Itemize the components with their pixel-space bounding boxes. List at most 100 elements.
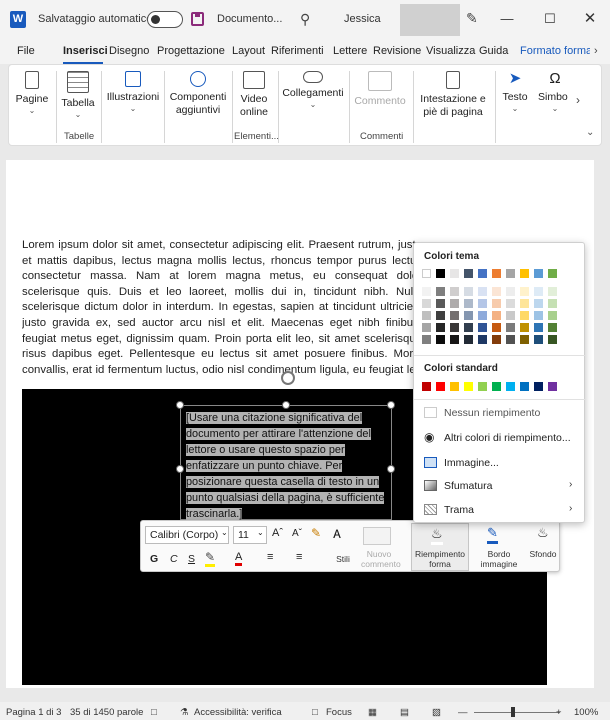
tab-lettere[interactable]: Lettere (333, 45, 367, 57)
componenti-aggiuntivi-button[interactable]: Componenti aggiuntivi (167, 65, 229, 145)
tab-visualizza[interactable]: Visualizza (426, 45, 475, 57)
new-comment-icon[interactable] (363, 527, 391, 545)
theme-shade-swatch[interactable] (520, 287, 529, 296)
tab-file[interactable]: File (17, 45, 35, 57)
theme-shade-swatch[interactable] (520, 299, 529, 308)
theme-shade-swatch[interactable] (520, 323, 529, 332)
theme-shade-swatch[interactable] (478, 299, 487, 308)
theme-shade-swatch[interactable] (520, 335, 529, 344)
theme-shade-swatch[interactable] (464, 335, 473, 344)
standard-color-swatch[interactable] (450, 382, 459, 391)
page-indicator[interactable]: Pagina 1 di 3 (6, 707, 61, 718)
tab-progettazione[interactable]: Progettazione (157, 45, 225, 57)
standard-color-swatch[interactable] (436, 382, 445, 391)
grow-font-icon[interactable]: Aˆ (272, 527, 283, 539)
tabs-more-icon[interactable]: › (594, 45, 598, 57)
search-icon[interactable]: ⚲ (300, 11, 316, 27)
theme-shade-swatch[interactable] (422, 299, 431, 308)
standard-color-swatch[interactable] (464, 382, 473, 391)
theme-shade-swatch[interactable] (492, 299, 501, 308)
avatar[interactable] (400, 4, 460, 36)
accessibility-status[interactable]: Accessibilità: verifica (194, 707, 282, 718)
theme-shade-swatch[interactable] (422, 287, 431, 296)
textbox-text[interactable]: [Usare una citazione significativa del d… (186, 410, 391, 522)
theme-shade-swatch[interactable] (450, 287, 459, 296)
body-paragraph[interactable]: Lorem ipsum dolor sit amet, consectetur … (22, 238, 422, 378)
theme-color-swatch[interactable] (436, 269, 445, 278)
font-color-icon[interactable]: A (235, 551, 243, 566)
zoom-slider-thumb[interactable] (511, 707, 515, 717)
theme-shade-swatch[interactable] (422, 323, 431, 332)
theme-shade-swatch[interactable] (436, 311, 445, 320)
italic-button[interactable]: C (170, 553, 178, 565)
theme-shade-swatch[interactable] (450, 335, 459, 344)
theme-shade-swatch[interactable] (436, 299, 445, 308)
font-name-select[interactable]: Calibri (Corpo) (145, 526, 229, 544)
theme-shade-swatch[interactable] (548, 299, 557, 308)
format-painter-icon[interactable]: ✎ (311, 526, 321, 540)
theme-shade-swatch[interactable] (436, 323, 445, 332)
tab-riferimenti[interactable]: Riferimenti (271, 45, 324, 57)
ribbon-scroll-right-icon[interactable]: › (576, 93, 580, 107)
web-layout-icon[interactable]: ▧ (432, 707, 441, 718)
zoom-level[interactable]: 100% (574, 707, 598, 718)
ribbon-collapse-icon[interactable]: ⌄ (586, 127, 594, 138)
theme-shade-swatch[interactable] (506, 323, 515, 332)
standard-color-swatch[interactable] (548, 382, 557, 391)
print-layout-icon[interactable]: ▤ (400, 707, 409, 718)
highlight-icon[interactable]: ✎ (205, 550, 216, 567)
menu-texture[interactable]: Trama (444, 504, 474, 516)
resize-handle[interactable] (176, 465, 184, 473)
shrink-font-icon[interactable]: Aˇ (292, 528, 302, 539)
numbering-icon[interactable]: ≡ (296, 551, 302, 563)
read-mode-icon[interactable]: ▦ (368, 707, 377, 718)
menu-more-colors[interactable]: Altri colori di riempimento... (444, 432, 571, 444)
theme-shade-swatch[interactable] (436, 287, 445, 296)
theme-shade-swatch[interactable] (450, 311, 459, 320)
theme-shade-swatch[interactable] (464, 311, 473, 320)
theme-color-swatch[interactable] (450, 269, 459, 278)
theme-shade-swatch[interactable] (534, 335, 543, 344)
resize-handle[interactable] (282, 401, 290, 409)
standard-color-swatch[interactable] (492, 382, 501, 391)
theme-shade-swatch[interactable] (478, 335, 487, 344)
underline-button[interactable]: S (188, 553, 195, 565)
theme-shade-swatch[interactable] (548, 335, 557, 344)
theme-shade-swatch[interactable] (492, 323, 501, 332)
menu-no-fill[interactable]: Nessun riempimento (444, 407, 540, 419)
theme-shade-swatch[interactable] (464, 287, 473, 296)
theme-shade-swatch[interactable] (450, 299, 459, 308)
tab-layout[interactable]: Layout (232, 45, 265, 57)
theme-shade-swatch[interactable] (478, 287, 487, 296)
theme-shade-swatch[interactable] (492, 311, 501, 320)
standard-color-swatch[interactable] (478, 382, 487, 391)
close-icon[interactable]: ✕ (580, 9, 600, 29)
bold-button[interactable]: G (150, 553, 158, 565)
theme-shade-swatch[interactable] (464, 323, 473, 332)
proofing-icon[interactable]: □ (151, 707, 157, 718)
resize-handle[interactable] (387, 401, 395, 409)
document-title[interactable]: Documento... (217, 13, 282, 25)
theme-shade-swatch[interactable] (422, 335, 431, 344)
user-name[interactable]: Jessica (344, 13, 381, 25)
theme-shade-swatch[interactable] (506, 287, 515, 296)
theme-color-swatch[interactable] (534, 269, 543, 278)
bullets-icon[interactable]: ≡ (267, 551, 273, 563)
maximize-icon[interactable]: ☐ (540, 9, 560, 29)
collegamenti-button[interactable]: Collegamenti ⌄ (281, 65, 345, 145)
pen-icon[interactable]: ✎ (466, 10, 478, 27)
testo-button[interactable]: ➤ Testo ⌄ (498, 65, 532, 145)
theme-shade-swatch[interactable] (534, 287, 543, 296)
save-icon[interactable] (191, 12, 204, 26)
background-icon[interactable]: ♨ (537, 525, 549, 541)
theme-color-swatch[interactable] (478, 269, 487, 278)
theme-color-swatch[interactable] (548, 269, 557, 278)
theme-shade-swatch[interactable] (534, 299, 543, 308)
theme-color-swatch[interactable] (464, 269, 473, 278)
theme-shade-swatch[interactable] (422, 311, 431, 320)
tab-inserisci[interactable]: Inserisci (63, 45, 108, 57)
zoom-slider[interactable] (474, 712, 560, 713)
resize-handle[interactable] (387, 465, 395, 473)
theme-shade-swatch[interactable] (534, 311, 543, 320)
theme-color-swatch[interactable] (506, 269, 515, 278)
